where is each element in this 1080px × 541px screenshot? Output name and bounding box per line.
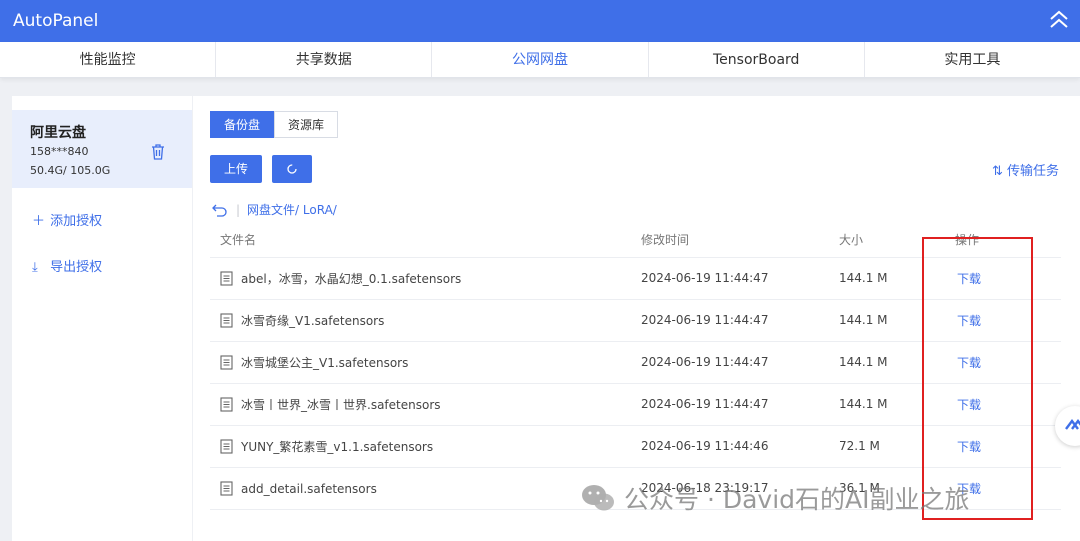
transfer-label: 传输任务	[1006, 164, 1059, 179]
file-icon	[220, 480, 233, 496]
top-bar: AutoPanel	[0, 0, 1080, 42]
file-name: 冰雪丨世界_冰雪丨世界.safetensors	[241, 397, 441, 412]
add-auth-link[interactable]: ＋ 添加授权	[32, 210, 102, 229]
file-time: 2024-06-19 11:44:47	[641, 257, 839, 300]
main-tabs: 性能监控 共享数据 公网网盘 TensorBoard 实用工具	[0, 42, 1080, 78]
file-name: add_detail.safetensors	[241, 481, 377, 496]
file-time: 2024-06-19 11:44:47	[641, 299, 839, 342]
col-name: 文件名	[210, 223, 641, 258]
file-icon	[220, 312, 233, 328]
file-icon	[220, 438, 233, 454]
transfer-tasks-link[interactable]: ⇅ 传输任务	[992, 160, 1059, 179]
file-name: YUNY_繁花素雪_v1.1.safetensors	[241, 439, 434, 454]
col-time: 修改时间	[641, 223, 839, 258]
account-phone: 158***840	[30, 145, 89, 158]
trash-icon[interactable]	[150, 143, 166, 161]
add-auth-label: 添加授权	[50, 214, 103, 229]
wechat-icon	[582, 485, 614, 511]
tab-cloud-drive[interactable]: 公网网盘	[432, 42, 649, 77]
file-name: 冰雪奇缘_V1.safetensors	[241, 313, 385, 328]
file-name: abel，冰雪，水晶幻想_0.1.safetensors	[241, 271, 462, 286]
file-time: 2024-06-19 11:44:47	[641, 383, 839, 426]
refresh-icon	[287, 164, 297, 174]
drive-segment: 备份盘 资源库	[210, 111, 339, 138]
segment-backup[interactable]: 备份盘	[210, 111, 275, 138]
file-icon	[220, 396, 233, 412]
transfer-icon: ⇅	[991, 164, 1003, 179]
export-auth-link[interactable]: ⤓ 导出授权	[32, 256, 102, 275]
tab-tools[interactable]: 实用工具	[865, 42, 1080, 77]
refresh-button[interactable]	[272, 155, 312, 183]
file-icon	[220, 270, 233, 286]
sidebar: 阿里云盘 158***840 50.4G/ 105.0G ＋ 添加授权 ⤓ 导出…	[12, 96, 192, 541]
download-icon: ⤓	[32, 260, 38, 275]
breadcrumb-separator: |	[236, 202, 241, 217]
export-auth-label: 导出授权	[50, 260, 103, 275]
plus-icon: ＋	[32, 214, 46, 229]
tab-shared-data[interactable]: 共享数据	[216, 42, 433, 77]
chevron-up-icon	[1065, 419, 1080, 430]
account-quota: 50.4G/ 105.0G	[30, 164, 111, 177]
file-name: 冰雪城堡公主_V1.safetensors	[241, 355, 409, 370]
upload-button[interactable]: 上传	[210, 155, 262, 183]
back-icon[interactable]	[212, 203, 228, 217]
breadcrumb-path[interactable]: 网盘文件/ LoRA/	[247, 201, 337, 218]
watermark: 公众号 · David石的AI副业之旅	[580, 478, 970, 518]
tab-tensorboard[interactable]: TensorBoard	[649, 42, 865, 77]
breadcrumb: | 网盘文件/ LoRA/	[212, 201, 337, 218]
account-name: 阿里云盘	[30, 125, 86, 141]
file-time: 2024-06-19 11:44:46	[641, 425, 839, 468]
watermark-text: 公众号 · David石的AI副业之旅	[624, 485, 970, 514]
account-card[interactable]: 阿里云盘 158***840 50.4G/ 105.0G	[12, 110, 192, 188]
file-time: 2024-06-19 11:44:47	[641, 341, 839, 384]
scroll-top-button[interactable]	[1055, 406, 1080, 446]
collapse-chevron-up-icon[interactable]	[1048, 8, 1070, 32]
app-title: AutoPanel	[13, 11, 99, 31]
segment-library[interactable]: 资源库	[274, 111, 339, 138]
tab-performance[interactable]: 性能监控	[0, 42, 217, 77]
file-icon	[220, 354, 233, 370]
